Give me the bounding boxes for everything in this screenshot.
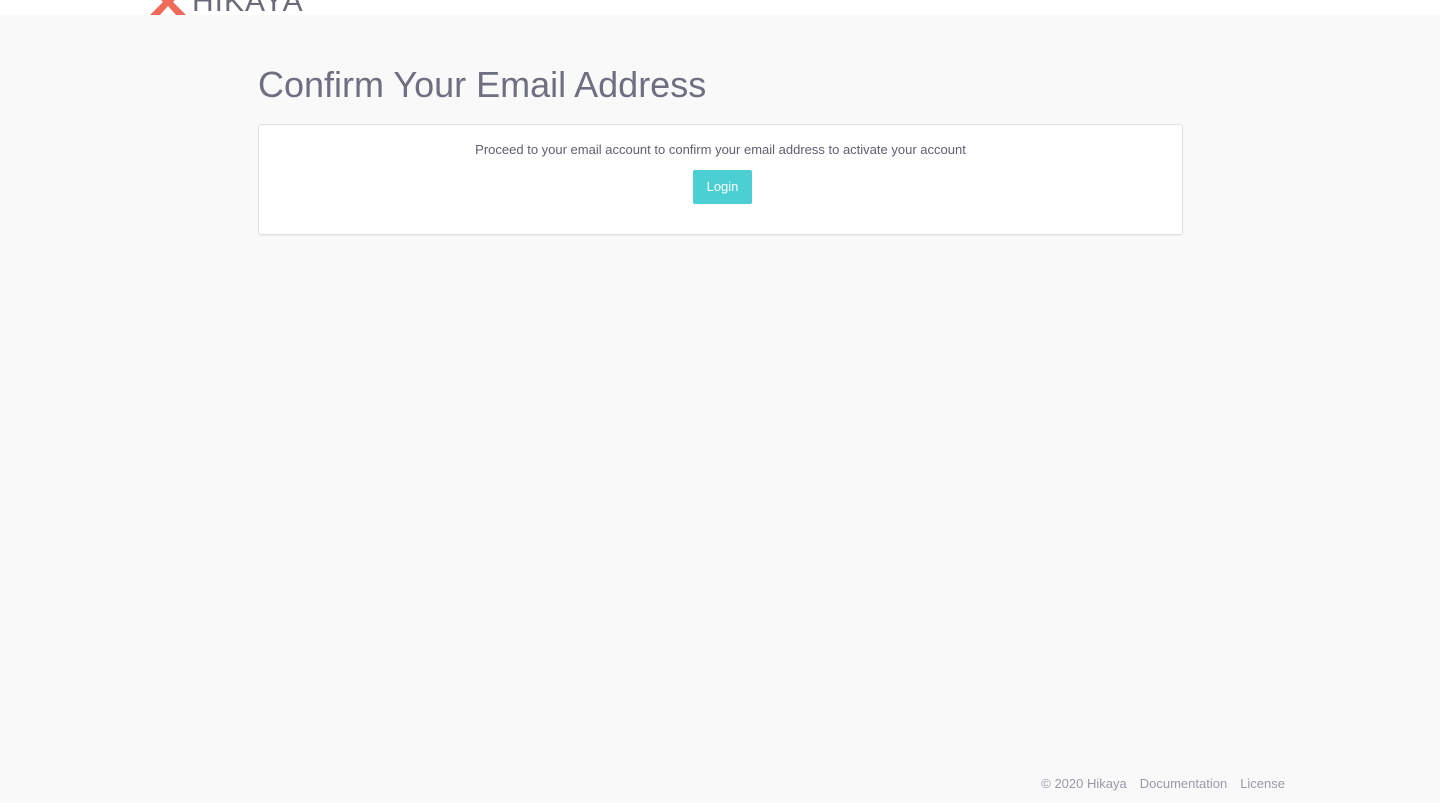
logo-x-icon bbox=[150, 0, 186, 15]
footer-copyright: © 2020 Hikaya bbox=[1041, 776, 1127, 791]
logo[interactable]: HIKAYA bbox=[148, 0, 304, 15]
confirm-email-card: Proceed to your email account to confirm… bbox=[258, 124, 1183, 235]
footer-documentation-link[interactable]: Documentation bbox=[1140, 776, 1227, 792]
footer-license-link[interactable]: License bbox=[1240, 776, 1285, 792]
top-navbar: HIKAYA bbox=[0, 0, 1440, 15]
page-title: Confirm Your Email Address bbox=[258, 64, 707, 105]
login-button[interactable]: Login bbox=[693, 170, 752, 204]
logo-text: HIKAYA bbox=[192, 0, 304, 15]
footer: © 2020 Hikaya Documentation License bbox=[1041, 776, 1285, 792]
confirm-email-message: Proceed to your email account to confirm… bbox=[475, 142, 966, 157]
